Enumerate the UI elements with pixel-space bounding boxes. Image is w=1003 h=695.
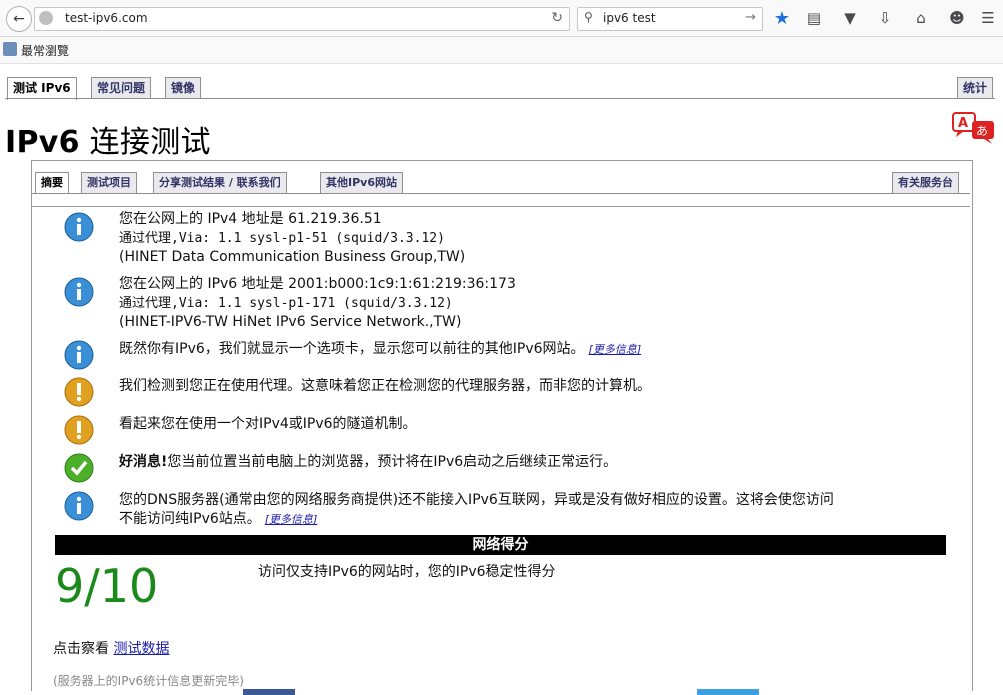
warning-icon (64, 415, 94, 445)
reading-list-icon[interactable]: ▤ (804, 8, 824, 28)
tab-tests[interactable]: 测试项目 (81, 172, 137, 193)
info-icon (64, 212, 94, 242)
download-icon[interactable]: ⇩ (875, 8, 895, 28)
share-button-partial[interactable] (697, 689, 759, 695)
proxy-warning-text: 我们检测到您正在使用代理。这意味着您正在检测您的代理服务器，而非您的计算机。 (119, 378, 651, 394)
tab-faq[interactable]: 常见问题 (91, 77, 152, 98)
tab-mirrors[interactable]: 镜像 (165, 77, 202, 98)
inner-content-rule (32, 206, 970, 207)
tab-share-results[interactable]: 分享测试结果 / 联系我们 (153, 172, 287, 193)
good-news-label: 好消息! (119, 454, 168, 470)
bookmarks-bar: 最常瀏覽 (0, 37, 1003, 64)
dns-text-line2: 不能访问纯IPv6站点。 (119, 511, 261, 527)
info-icon (64, 340, 94, 370)
dns-text-line1: 您的DNS服务器(通常由您的网络服务商提供)还不能接入IPv6互联网，异或是没有… (119, 492, 834, 508)
pocket-icon[interactable]: ▼ (840, 8, 860, 28)
tab-summary[interactable]: 摘要 (35, 172, 69, 194)
ipv4-address: 您在公网上的 IPv4 地址是 61.219.36.51 (119, 211, 382, 227)
ipv6-proxy: 通过代理,Via: 1.1 sysl-p1-171 (squid/3.3.12) (119, 296, 453, 311)
tab-divider (5, 98, 995, 99)
tab-other-ipv6-sites[interactable]: 其他IPv6网站 (320, 172, 403, 193)
check-icon (64, 453, 94, 483)
hello-icon[interactable]: ☻ (947, 8, 967, 28)
back-arrow-icon: ← (13, 11, 25, 27)
tunnel-warning-text: 看起来您在使用一个对IPv4或IPv6的隧道机制。 (119, 416, 417, 432)
share-button-partial[interactable] (243, 689, 295, 695)
url-text[interactable]: test-ipv6.com (65, 11, 148, 25)
test-data-line: 点击察看 测试数据 (53, 638, 169, 658)
translate-icon[interactable]: A あ (952, 112, 996, 144)
info-icon (64, 277, 94, 307)
good-news-text: 您当前位置当前电脑上的浏览器，预计将在IPv6启动之后继续正常运行。 (167, 454, 618, 470)
ipv4-isp: (HINET Data Communication Business Group… (119, 249, 466, 265)
ipv4-proxy: 通过代理,Via: 1.1 sysl-p1-51 (squid/3.3.12) (119, 231, 445, 246)
ipv6-isp: (HINET-IPV6-TW HiNet IPv6 Service Networ… (119, 314, 462, 330)
more-info-link[interactable]: [更多信息] (265, 513, 318, 526)
svg-text:あ: あ (976, 124, 988, 138)
browser-toolbar: ← test-ipv6.com ↻ ⚲ ipv6 test → ★ ▤ ▼ ⇩ … (0, 0, 1003, 37)
more-info-link[interactable]: [更多信息] (589, 343, 642, 356)
page-title-bold: IPv6 (5, 125, 80, 160)
search-go-icon[interactable]: → (745, 10, 756, 25)
search-input[interactable]: ipv6 test (603, 11, 656, 25)
tab-stats[interactable]: 统计 (957, 77, 994, 98)
test-data-prefix: 点击察看 (53, 641, 114, 657)
stats-update-note: (服务器上的IPv6统计信息更新完毕) (53, 674, 244, 688)
tab-test-ipv6[interactable]: 测试 IPv6 (7, 77, 77, 100)
ipv6-address: 您在公网上的 IPv6 地址是 2001:b000:1c9:1:61:219:3… (119, 276, 516, 292)
back-button[interactable]: ← (6, 6, 32, 32)
site-info-icon[interactable] (39, 11, 53, 25)
score-description: 访问仅支持IPv6的网站时，您的IPv6稳定性得分 (258, 564, 556, 580)
bookmark-folder-icon[interactable] (3, 42, 17, 56)
search-icon: ⚲ (584, 10, 593, 24)
bookmark-most-visited[interactable]: 最常瀏覽 (21, 42, 69, 59)
ipv6-tab-note-text: 既然你有IPv6，我们就显示一个选项卡，显示您可以前往的其他IPv6网站。 (119, 341, 585, 357)
inner-tab-divider (32, 193, 970, 194)
page-title-rest: 连接测试 (79, 125, 211, 160)
test-data-link[interactable]: 测试数据 (113, 641, 169, 657)
home-icon[interactable]: ⌂ (911, 8, 931, 28)
svg-text:A: A (958, 116, 968, 131)
score-header: 网络得分 (55, 535, 946, 555)
search-bar[interactable]: ⚲ ipv6 test → (577, 7, 763, 31)
info-icon (64, 491, 94, 521)
bookmark-star-icon[interactable]: ★ (772, 8, 792, 29)
menu-icon[interactable]: ☰ (978, 8, 998, 28)
tab-helpdesk[interactable]: 有关服务台 (892, 172, 959, 193)
warning-icon (64, 377, 94, 407)
reload-icon[interactable]: ↻ (551, 10, 563, 26)
score-value: 9/10 (55, 559, 159, 613)
page-title: IPv6 连接测试 (5, 117, 211, 161)
url-bar[interactable]: test-ipv6.com ↻ (34, 7, 570, 31)
